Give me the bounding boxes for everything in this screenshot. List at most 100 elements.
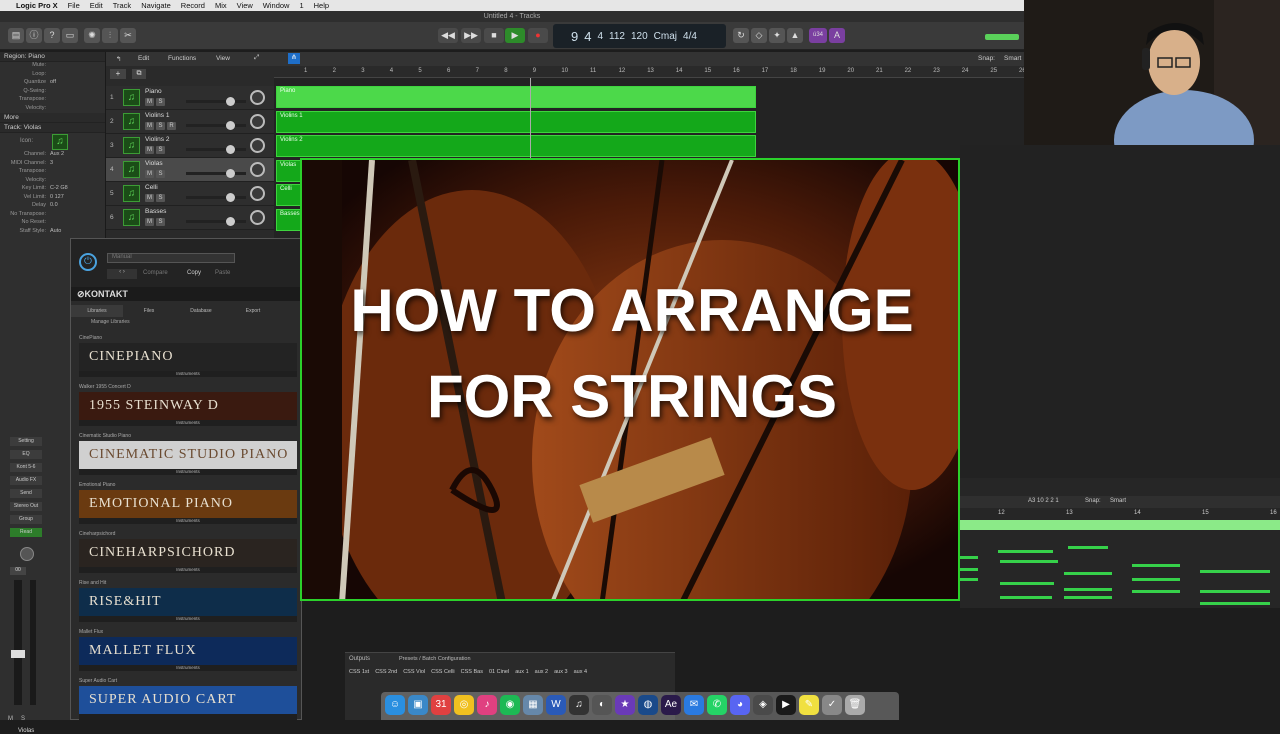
menu-track[interactable]: Track <box>113 1 131 10</box>
strip-slot[interactable]: Read <box>10 528 42 537</box>
track-row[interactable]: No Reset: <box>0 219 105 228</box>
track-pan-knob[interactable] <box>250 162 265 177</box>
view-menu[interactable]: View <box>216 55 230 62</box>
track-solo-button[interactable]: S <box>156 170 165 178</box>
track-inspector-header[interactable]: Track: Violas <box>0 123 105 133</box>
region-row[interactable]: Transpose: <box>0 96 105 105</box>
strip-slot[interactable]: Stereo Out <box>10 502 42 511</box>
track-row[interactable]: Vel Limit: 0 127 <box>0 194 105 203</box>
track-header[interactable]: 3 ♫ Violins 2 MS <box>106 134 274 158</box>
track-volume-slider[interactable] <box>186 217 246 226</box>
library-banner[interactable]: EMOTIONAL PIANO <box>79 490 297 518</box>
strip-slot[interactable]: Setting <box>10 437 42 446</box>
info-icon[interactable]: ⓘ <box>26 28 42 43</box>
help-icon[interactable]: ? <box>44 28 60 43</box>
preset-nav[interactable]: ‹ › <box>107 269 137 279</box>
instruments-button[interactable]: Instruments <box>79 469 297 475</box>
strip-mute-button[interactable]: M <box>8 716 13 722</box>
mixer-channel-name[interactable]: CSS Bas <box>461 669 483 675</box>
region[interactable]: Piano <box>276 86 756 108</box>
track-mute-button[interactable]: M <box>145 170 154 178</box>
track-name[interactable]: Piano <box>145 88 162 95</box>
library-item[interactable]: Cinematic Studio Piano CINEMATIC STUDIO … <box>75 433 297 479</box>
midi-note[interactable] <box>1064 572 1112 575</box>
track-pan-knob[interactable] <box>250 90 265 105</box>
library-item[interactable]: Rise and Hit RISE&HIT Instruments <box>75 580 297 626</box>
track-volume-slider[interactable] <box>186 97 246 106</box>
track-solo-button[interactable]: S <box>156 146 165 154</box>
metronome-icon[interactable]: ▲ <box>787 28 803 43</box>
library-banner[interactable]: CINEMATIC STUDIO PIANO <box>79 441 297 469</box>
instruments-button[interactable]: Instruments <box>79 420 297 426</box>
track-pan-knob[interactable] <box>250 210 265 225</box>
lcd-display[interactable]: 9 4 4 112 120 Cmaj 4/4 <box>553 24 726 48</box>
mixer-channel-name[interactable]: aux 3 <box>554 669 567 675</box>
motion-icon[interactable]: ◈ <box>753 695 773 715</box>
forward-button[interactable]: ▶▶ <box>461 28 481 43</box>
track-name[interactable]: Violins 1 <box>145 112 169 119</box>
strip-solo-button[interactable]: S <box>21 716 25 722</box>
track-name[interactable]: Basses <box>145 208 166 215</box>
midi-note[interactable] <box>1200 570 1270 573</box>
notes-icon[interactable]: ✎ <box>799 695 819 715</box>
region[interactable]: Violins 1 <box>276 110 756 133</box>
smart-controls-icon[interactable]: ✺ <box>84 28 100 43</box>
track-value[interactable]: C-2 G8 <box>50 185 68 194</box>
mixer-channel-name[interactable]: aux 1 <box>515 669 528 675</box>
track-pan-knob[interactable] <box>250 114 265 129</box>
track-volume-slider[interactable] <box>186 193 246 202</box>
library-item[interactable]: Super Audio Cart SUPER AUDIO CART <box>75 678 297 724</box>
region-row[interactable]: Velocity: <box>0 105 105 114</box>
midi-note[interactable] <box>1000 560 1058 563</box>
track-value[interactable]: Auto <box>50 228 61 237</box>
track-row[interactable]: Velocity: <box>0 177 105 186</box>
library-item[interactable]: Walker 1955 Concert D 1955 STEINWAY D In… <box>75 384 297 430</box>
discord-icon[interactable]: ◕ <box>730 695 750 715</box>
region-row[interactable]: Loop: <box>0 71 105 80</box>
instruments-button[interactable]: Instruments <box>79 518 297 524</box>
itunes-icon[interactable]: ♪ <box>477 695 497 715</box>
midi-note[interactable] <box>1064 596 1112 599</box>
midi-note[interactable] <box>1068 546 1108 549</box>
ruler[interactable]: 1 2 3 4 5 6 7 8 9 10 11 12 13 14 15 16 17 18 19 20 21 22 23 24 2… <box>274 66 1054 78</box>
library-item[interactable]: Cineharpsichord CINEHARPSICHORD Instrume… <box>75 531 297 577</box>
strip-slot[interactable]: Send <box>10 489 42 498</box>
music-note-icon[interactable]: ♫ <box>123 161 140 178</box>
track-header[interactable]: 6 ♫ Basses MS <box>106 206 274 230</box>
instruments-button[interactable]: Instruments <box>79 567 297 573</box>
track-pan-knob[interactable] <box>250 186 265 201</box>
strip-slot[interactable]: Kont 5-6 <box>10 463 42 472</box>
logic-icon[interactable]: ♫ <box>569 695 589 715</box>
slider-knob[interactable] <box>226 145 235 154</box>
mixer-channel-name[interactable]: CSS 2nd <box>375 669 397 675</box>
whatsapp-icon[interactable]: ✆ <box>707 695 727 715</box>
slider-knob[interactable] <box>226 97 235 106</box>
record-button[interactable]: ● <box>528 28 548 43</box>
spotify-icon[interactable]: ◉ <box>500 695 520 715</box>
tab-libraries[interactable]: Libraries <box>71 305 123 317</box>
track-name[interactable]: Violas <box>145 160 163 167</box>
midi-note[interactable] <box>1200 602 1270 605</box>
mixer-icon[interactable]: ⫶ <box>102 28 118 43</box>
calendar-icon[interactable]: 31 <box>431 695 451 715</box>
mixer-channel-name[interactable]: 01 Cinel <box>489 669 509 675</box>
menu-help[interactable]: Help <box>314 1 329 10</box>
catch-icon[interactable]: ⤢ <box>254 54 259 62</box>
track-name[interactable]: Celli <box>145 184 158 191</box>
slider-knob[interactable] <box>226 217 235 226</box>
instruments-button[interactable] <box>79 714 297 720</box>
finder-icon[interactable]: ☺ <box>385 695 405 715</box>
library-item[interactable]: CinePiano CINEPIANO Instruments <box>75 335 297 381</box>
library-item[interactable]: Emotional Piano EMOTIONAL PIANO Instrume… <box>75 482 297 528</box>
midi-note[interactable] <box>998 550 1053 553</box>
track-solo-button[interactable]: S <box>156 194 165 202</box>
compare-button[interactable]: Compare <box>143 270 168 276</box>
preset-select[interactable]: Manual <box>107 253 235 263</box>
add-track-button[interactable]: + <box>110 69 126 79</box>
track-header[interactable]: 1 ♫ Piano MS <box>106 86 274 110</box>
preview-icon[interactable]: ▣ <box>408 695 428 715</box>
region[interactable]: Violins 2 <box>276 135 756 157</box>
midi-note[interactable] <box>1132 578 1180 581</box>
music-note-icon[interactable]: ♫ <box>123 209 140 226</box>
trash-icon[interactable]: 🗑 <box>845 695 865 715</box>
